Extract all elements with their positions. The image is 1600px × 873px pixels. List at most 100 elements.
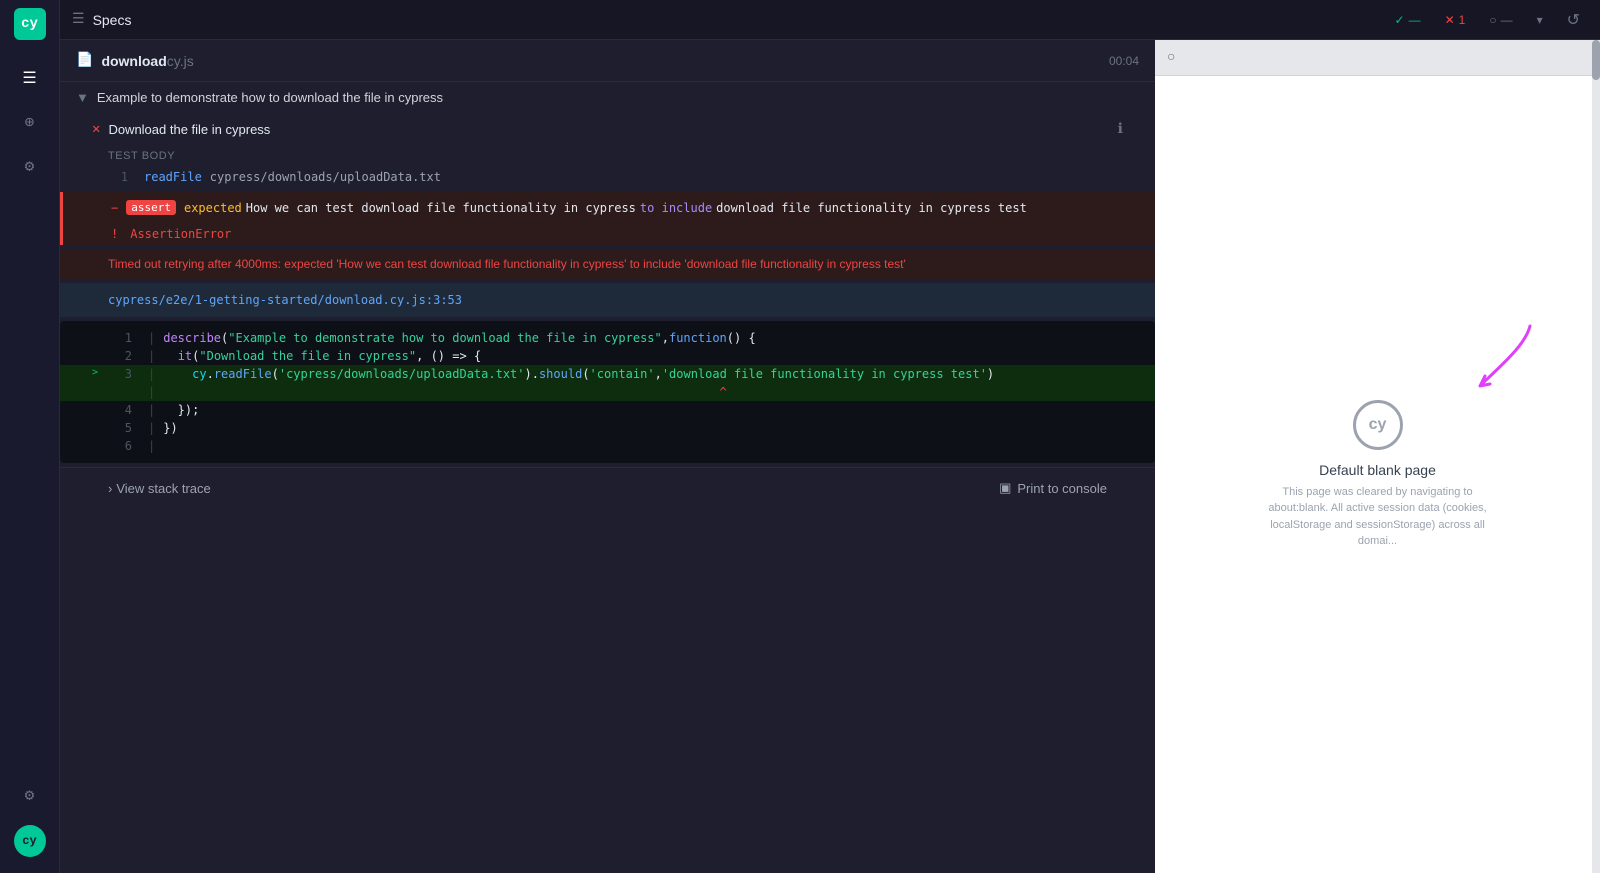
exclamation-icon: ! xyxy=(111,227,118,241)
file-link[interactable]: cypress/e2e/1-getting-started/download.c… xyxy=(108,293,462,307)
avatar: cy xyxy=(14,825,46,857)
stack-trace-arrow: › xyxy=(108,481,112,496)
file-icon: 📄 xyxy=(76,52,93,69)
topbar-actions: ✓ — ✕ 1 ○ — ▾ ↺ xyxy=(1387,6,1589,34)
cypress-logo: cy xyxy=(1353,400,1403,450)
code-line-6: 6 | xyxy=(60,437,1155,455)
code-line-1: 1 | describe ( "Example to demonstrate h… xyxy=(60,329,1155,347)
assert-badge: assert xyxy=(126,200,176,215)
print-icon: ▣ xyxy=(999,480,1011,496)
info-icon[interactable]: ℹ xyxy=(1118,121,1123,138)
preview-topbar: ○ xyxy=(1155,40,1600,76)
bottom-actions: › View stack trace ▣ Print to console xyxy=(60,467,1155,508)
code-line-caret: | ^ xyxy=(60,383,1155,401)
err-dash: − xyxy=(111,201,118,215)
suite-expand-icon[interactable]: ▼ xyxy=(76,90,89,105)
file-ext: cy.js xyxy=(167,53,194,69)
dash-pass: — xyxy=(1409,13,1421,27)
pending-count-button[interactable]: ○ — xyxy=(1481,9,1520,31)
reload-button[interactable]: ↺ xyxy=(1559,6,1588,34)
pipe-caret: | xyxy=(148,385,155,399)
view-stack-trace[interactable]: › View stack trace xyxy=(108,481,211,496)
pending-icon: ○ xyxy=(1489,13,1496,27)
line-num-5: 5 xyxy=(108,421,132,435)
pass-icon: ✓ xyxy=(1395,13,1405,27)
test-label: Download the file in cypress xyxy=(108,122,270,137)
pipe-4: | xyxy=(148,403,155,417)
chevron-down-icon: ▾ xyxy=(1537,13,1543,27)
sidebar-item-settings[interactable]: ⚙ xyxy=(12,148,48,184)
suite-label: Example to demonstrate how to download t… xyxy=(97,90,443,105)
selector-icon: ⊕ xyxy=(25,112,35,132)
code-step-1: 1 readFile cypress/downloads/uploadData.… xyxy=(60,166,1155,188)
file-link-row: cypress/e2e/1-getting-started/download.c… xyxy=(60,283,1155,317)
test-body-label: TEST BODY xyxy=(60,146,1155,166)
test-fail-icon: ✕ xyxy=(92,121,100,138)
main-area: ☰ Specs ✓ — ✕ 1 ○ — ▾ ↺ xyxy=(60,0,1600,873)
fail-count-button[interactable]: ✕ 1 xyxy=(1437,9,1474,31)
print-label: Print to console xyxy=(1017,481,1107,496)
assertion-error-label: AssertionError xyxy=(130,227,231,241)
preview-panel: ○ cy Default blank page This page was cl… xyxy=(1155,40,1600,873)
active-line-arrow: > xyxy=(92,367,98,378)
stack-trace-label: View stack trace xyxy=(116,481,210,496)
sidebar-bottom: ⚙ cy xyxy=(12,773,48,865)
suite-row: ▼ Example to demonstrate how to download… xyxy=(60,82,1155,113)
line-num-3: 3 xyxy=(108,367,132,381)
preview-scrollbar[interactable] xyxy=(1592,40,1600,873)
code-line-3: > 3 | cy . readFile ( 'cypress/downloads… xyxy=(60,365,1155,383)
line-num-2: 2 xyxy=(108,349,132,363)
settings-icon: ⚙ xyxy=(25,156,35,176)
blank-page-title: Default blank page xyxy=(1319,462,1436,478)
sidebar-item-selector[interactable]: ⊕ xyxy=(12,104,48,140)
dropdown-button[interactable]: ▾ xyxy=(1529,9,1551,31)
pipe-3: | xyxy=(148,367,155,381)
runner-scroll[interactable]: ▼ Example to demonstrate how to download… xyxy=(60,82,1155,873)
fail-count: 1 xyxy=(1459,13,1466,27)
pipe-1: | xyxy=(148,331,155,345)
logo-icon: cy xyxy=(21,16,38,32)
sidebar-item-settings2[interactable]: ⚙ xyxy=(12,777,48,813)
sidebar-item-specs[interactable]: ☰ xyxy=(12,60,48,96)
annotation-arrow xyxy=(1440,316,1560,416)
pipe-6: | xyxy=(148,439,155,453)
scrollbar-thumb xyxy=(1592,40,1600,80)
fail-icon: ✕ xyxy=(1445,13,1455,27)
step-arg-1: cypress/downloads/uploadData.txt xyxy=(210,170,441,184)
line-num-4: 4 xyxy=(108,403,132,417)
topbar-specs-icon: ☰ xyxy=(72,11,85,28)
error-assert-row: − assert expected How we can test downlo… xyxy=(63,192,1155,223)
sidebar-logo[interactable]: cy xyxy=(14,8,46,40)
file-time: 00:04 xyxy=(1109,54,1139,68)
assertion-error-row: ! AssertionError xyxy=(63,223,1155,245)
timeout-message: Timed out retrying after 4000ms: expecte… xyxy=(60,249,1155,279)
err-expected: expected xyxy=(184,201,242,215)
topbar: ☰ Specs ✓ — ✕ 1 ○ — ▾ ↺ xyxy=(60,0,1600,40)
settings2-icon: ⚙ xyxy=(25,785,35,805)
err-text2: download file functionality in cypress t… xyxy=(716,201,1027,215)
specs-icon: ☰ xyxy=(22,68,36,88)
preview-icon: ○ xyxy=(1167,50,1175,66)
code-block: 1 | describe ( "Example to demonstrate h… xyxy=(60,321,1155,463)
pipe-5: | xyxy=(148,421,155,435)
step-num-1: 1 xyxy=(108,170,128,184)
preview-content: cy Default blank page This page was clea… xyxy=(1155,76,1600,873)
reload-icon: ↺ xyxy=(1567,10,1580,30)
test-row: ✕ Download the file in cypress ℹ xyxy=(60,113,1155,146)
code-line-5: 5 | }) xyxy=(60,419,1155,437)
runner-panel: 📄 download cy.js 00:04 ▼ Example to demo… xyxy=(60,40,1155,873)
err-to-include: to include xyxy=(640,201,712,215)
content-split: 📄 download cy.js 00:04 ▼ Example to demo… xyxy=(60,40,1600,873)
file-header: 📄 download cy.js 00:04 xyxy=(60,40,1155,82)
code-line-2: 2 | it ( "Download the file in cypress" … xyxy=(60,347,1155,365)
blank-page-desc: This page was cleared by navigating to a… xyxy=(1258,484,1498,550)
step-cmd-1: readFile xyxy=(144,170,202,184)
line-num-6: 6 xyxy=(108,439,132,453)
error-block: − assert expected How we can test downlo… xyxy=(60,192,1155,245)
pass-count-button[interactable]: ✓ — xyxy=(1387,9,1429,31)
print-to-console-button[interactable]: ▣ Print to console xyxy=(999,480,1107,496)
pipe-2: | xyxy=(148,349,155,363)
sidebar: cy ☰ ⊕ ⚙ ⚙ cy xyxy=(0,0,60,873)
topbar-title: Specs xyxy=(93,12,132,28)
line-num-1: 1 xyxy=(108,331,132,345)
